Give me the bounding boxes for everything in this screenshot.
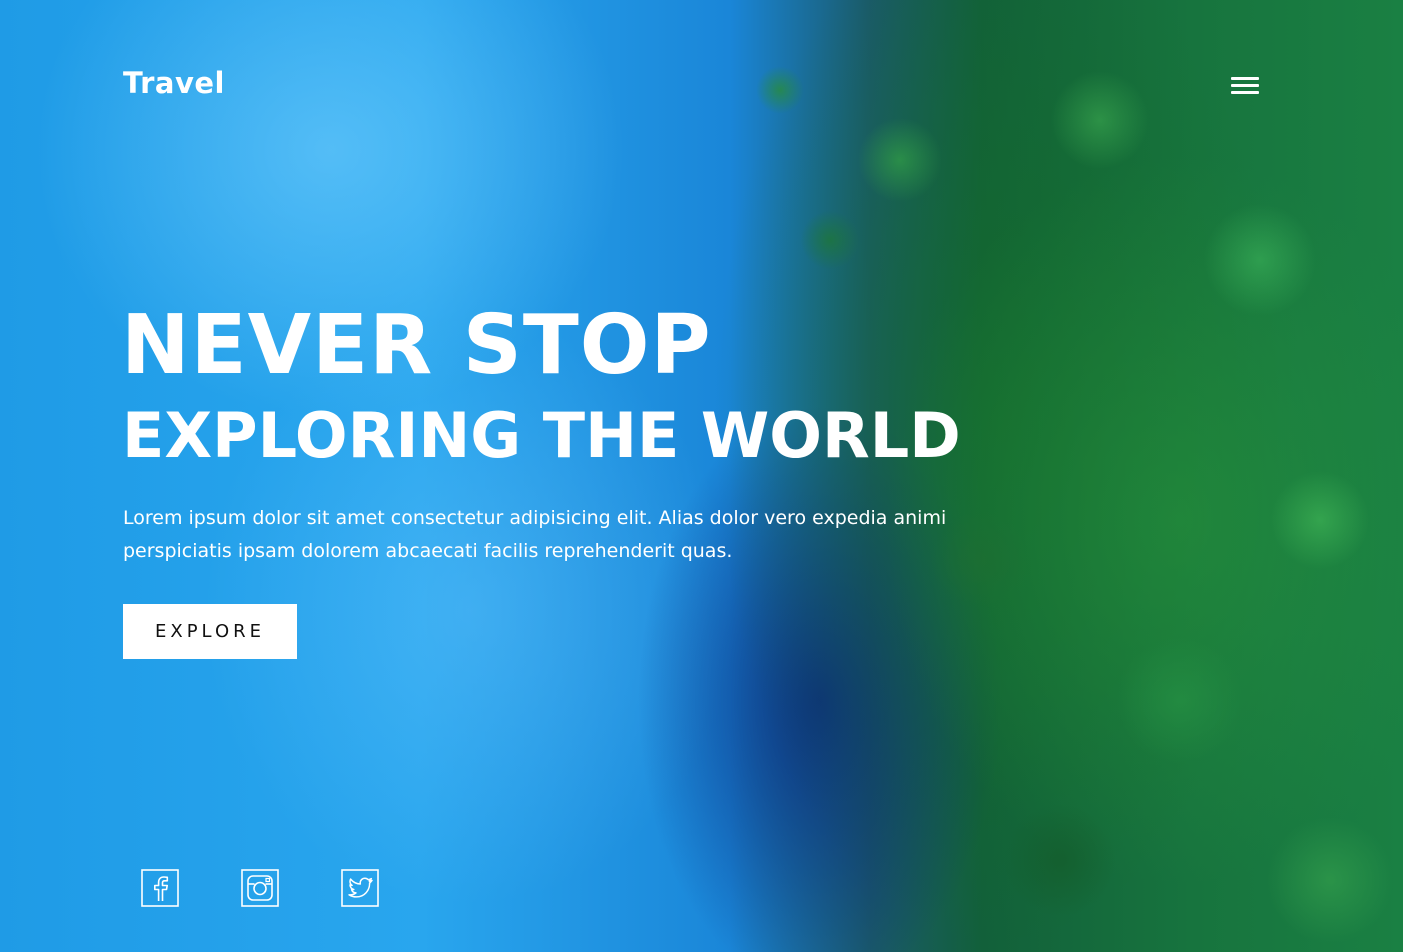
hero-description: Lorem ipsum dolor sit amet consectetur a… bbox=[123, 507, 947, 562]
hamburger-menu-icon[interactable] bbox=[1226, 72, 1264, 100]
menu-bar-top bbox=[1231, 77, 1259, 80]
facebook-icon[interactable] bbox=[141, 869, 179, 907]
site-logo[interactable]: Travel bbox=[123, 66, 225, 100]
menu-bar-bottom bbox=[1231, 91, 1259, 94]
menu-bar-middle bbox=[1231, 84, 1259, 87]
instagram-icon[interactable] bbox=[241, 869, 279, 907]
hero-section: Travel NEVER STOP EXPLORING THE WORLD Lo… bbox=[0, 0, 1403, 952]
hero-headline-line1: NEVER STOP bbox=[121, 298, 712, 393]
explore-button[interactable]: EXPLORE bbox=[123, 604, 297, 659]
hero-headline-line2: EXPLORING THE WORLD bbox=[122, 399, 961, 472]
twitter-icon[interactable] bbox=[341, 869, 379, 907]
background-image bbox=[0, 0, 1403, 952]
